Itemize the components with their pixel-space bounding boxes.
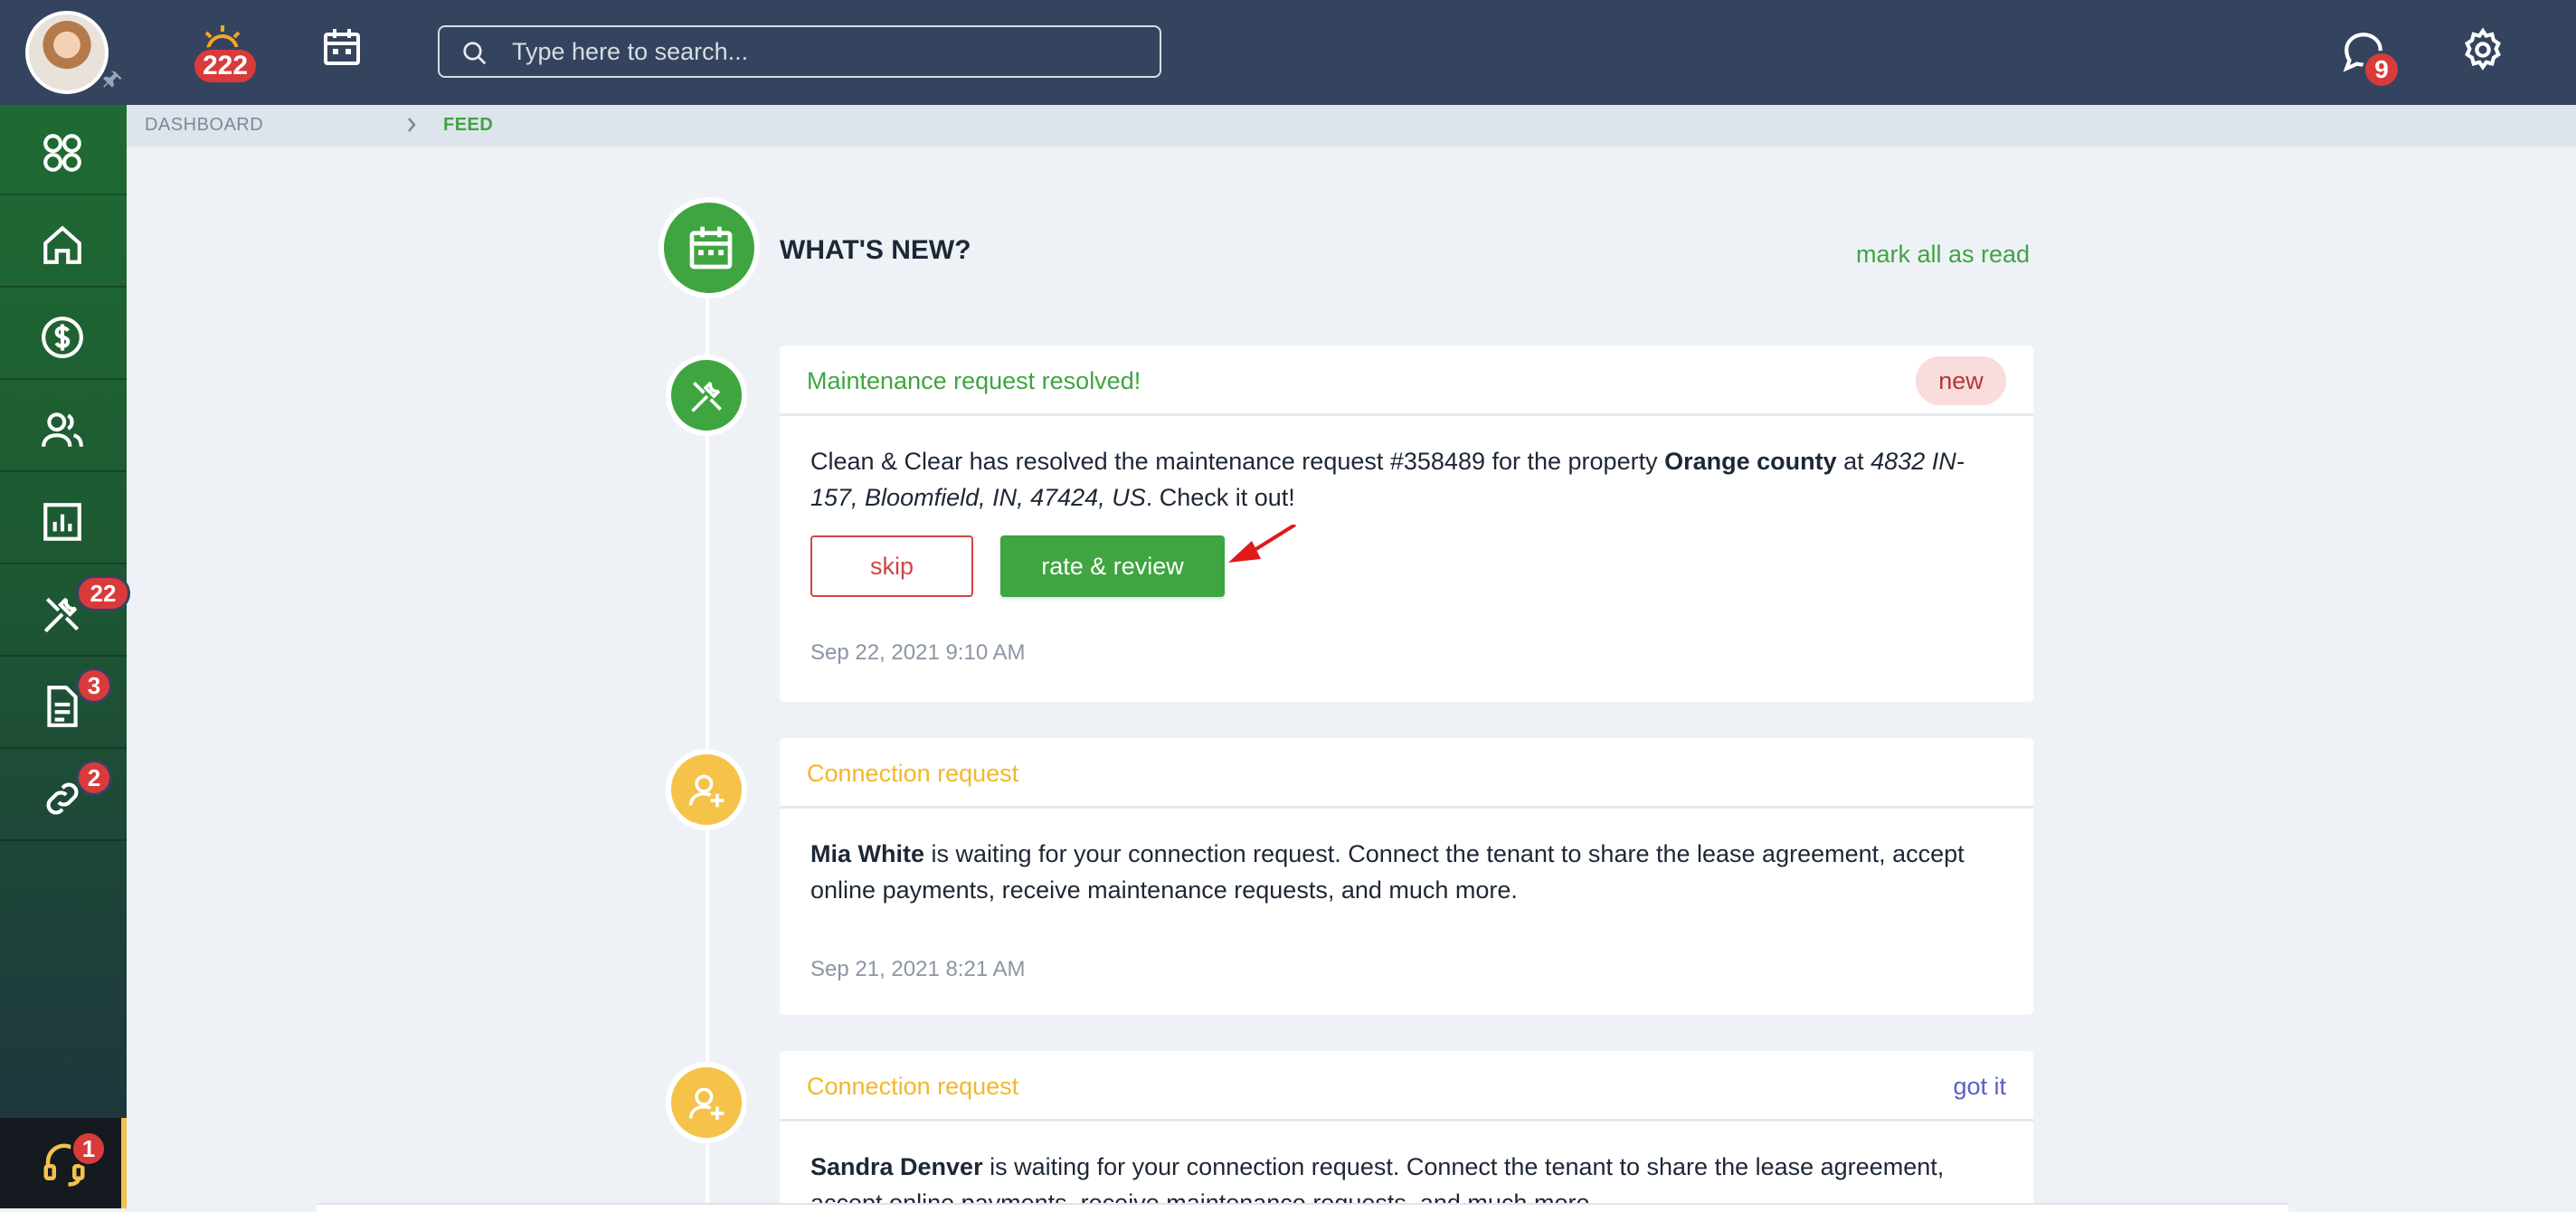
pin-icon bbox=[103, 71, 122, 88]
card-title: Maintenance request resolved! bbox=[807, 367, 1141, 394]
new-badge: new bbox=[1916, 356, 2006, 405]
sidebar: 22 3 2 1 bbox=[0, 105, 130, 1208]
sidebar-item-home[interactable] bbox=[0, 197, 127, 288]
calendar-icon[interactable] bbox=[320, 25, 364, 69]
connection-node bbox=[666, 1062, 747, 1143]
sidebar-item-payments[interactable] bbox=[0, 289, 127, 380]
gear-icon[interactable] bbox=[2460, 27, 2505, 72]
breadcrumb-dashboard[interactable]: DASHBOARD bbox=[145, 115, 263, 136]
card-actions: skip rate & review bbox=[810, 525, 2003, 599]
tenant-name[interactable]: Sandra Denver bbox=[810, 1153, 983, 1180]
users-icon bbox=[42, 412, 83, 447]
card-title: Connection request bbox=[807, 760, 1019, 787]
mark-all-read-link[interactable]: mark all as read bbox=[1856, 241, 2030, 269]
property-name: Orange county bbox=[1664, 448, 1837, 475]
got-it-link[interactable]: got it bbox=[1953, 1073, 2006, 1101]
sidebar-item-connections[interactable]: 2 bbox=[0, 751, 127, 841]
card-body: Sandra Denver is waiting for your connec… bbox=[780, 1122, 2033, 1208]
dollar-icon bbox=[42, 317, 83, 358]
maintenance-badge: 22 bbox=[76, 575, 130, 611]
top-bar: 222 9 bbox=[0, 0, 2576, 105]
tools-icon bbox=[691, 382, 722, 412]
messages-badge: 9 bbox=[2363, 51, 2401, 89]
tenant-name[interactable]: Mia White bbox=[810, 840, 924, 867]
add-user-icon bbox=[688, 774, 724, 808]
sidebar-item-reports[interactable] bbox=[0, 474, 127, 564]
card-title: Connection request bbox=[807, 1073, 1019, 1100]
home-icon bbox=[43, 225, 81, 264]
documents-badge: 3 bbox=[76, 668, 112, 704]
feed-title: WHAT'S NEW? bbox=[780, 235, 971, 265]
feed-card-connection-1: Connection request Mia White is waiting … bbox=[780, 738, 2033, 1015]
card-header: Connection request bbox=[780, 738, 2033, 809]
connections-badge: 2 bbox=[76, 760, 112, 796]
search-icon bbox=[463, 42, 487, 65]
sidebar-item-documents[interactable]: 3 bbox=[0, 658, 127, 749]
card-header: Maintenance request resolved! new bbox=[780, 346, 2033, 416]
rate-review-button[interactable]: rate & review bbox=[1000, 535, 1225, 597]
search-input[interactable] bbox=[512, 33, 1145, 71]
card-message: Sandra Denver is waiting for your connec… bbox=[810, 1153, 1945, 1208]
connection-node bbox=[666, 749, 747, 830]
apps-grid-icon bbox=[43, 134, 81, 172]
chart-icon bbox=[43, 503, 81, 541]
chevron-right-icon bbox=[408, 118, 416, 132]
support-badge: 1 bbox=[71, 1131, 107, 1167]
search-box[interactable] bbox=[438, 25, 1161, 78]
notifications-badge: 222 bbox=[192, 47, 259, 85]
card-timestamp: Sep 22, 2021 9:10 AM bbox=[810, 640, 1026, 665]
card-header: Connection request got it bbox=[780, 1051, 2033, 1122]
card-timestamp: Sep 21, 2021 8:21 AM bbox=[810, 957, 1026, 981]
breadcrumb-feed: FEED bbox=[443, 115, 494, 135]
card-message: Clean & Clear has resolved the maintenan… bbox=[810, 448, 1965, 511]
feed-header-icon bbox=[658, 197, 760, 298]
skip-button[interactable]: skip bbox=[810, 535, 973, 597]
bottom-panel-edge bbox=[317, 1203, 2288, 1212]
sidebar-item-tenants[interactable] bbox=[0, 382, 127, 472]
feed-card-maintenance: Maintenance request resolved! new Clean … bbox=[780, 346, 2033, 702]
breadcrumb: DASHBOARD FEED bbox=[127, 105, 2576, 147]
support-button[interactable]: 1 bbox=[0, 1118, 127, 1208]
avatar[interactable] bbox=[25, 11, 109, 94]
add-user-icon bbox=[688, 1087, 724, 1121]
maintenance-node bbox=[666, 355, 747, 436]
card-body: Clean & Clear has resolved the maintenan… bbox=[780, 416, 2033, 671]
sidebar-item-maintenance[interactable]: 22 bbox=[0, 566, 130, 657]
card-body: Mia White is waiting for your connection… bbox=[780, 809, 2033, 988]
calendar-icon bbox=[689, 226, 733, 270]
card-message: Mia White is waiting for your connection… bbox=[810, 840, 1965, 904]
sidebar-item-dashboard[interactable] bbox=[0, 105, 127, 195]
red-arrow-annotation bbox=[1228, 525, 1297, 563]
feed-card-connection-2: Connection request got it Sandra Denver … bbox=[780, 1051, 2033, 1208]
